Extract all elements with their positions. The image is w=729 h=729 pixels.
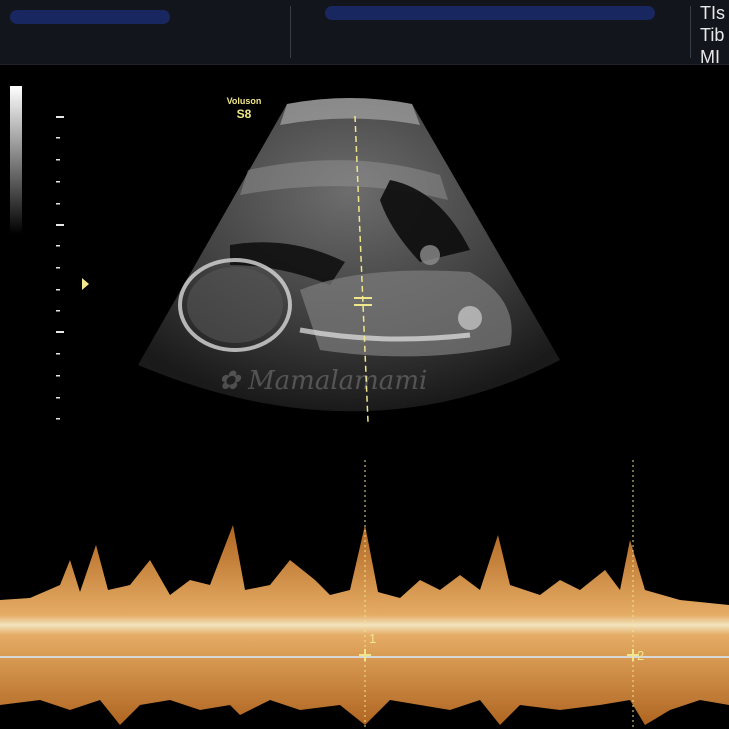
- depth-scale: [56, 116, 64, 420]
- watermark-text: Mamalamami: [248, 366, 428, 396]
- watermark: ✿ Mamalamami: [218, 366, 427, 396]
- ultrasound-canvas: 1 2: [0, 98, 729, 729]
- fetal-head-interior: [187, 267, 283, 343]
- triangle-right-icon: [82, 278, 89, 290]
- model-name: S8: [236, 107, 252, 121]
- fetal-limb: [420, 245, 440, 265]
- cursor-label-2: 2: [637, 648, 644, 663]
- flower-icon: ✿: [218, 366, 240, 396]
- scanner-brand: Voluson S8: [224, 96, 264, 121]
- fetal-limb: [458, 306, 482, 330]
- brand-name: Voluson: [226, 96, 262, 106]
- ultrasound-sector: [138, 98, 560, 412]
- cursor-label-1: 1: [369, 631, 376, 646]
